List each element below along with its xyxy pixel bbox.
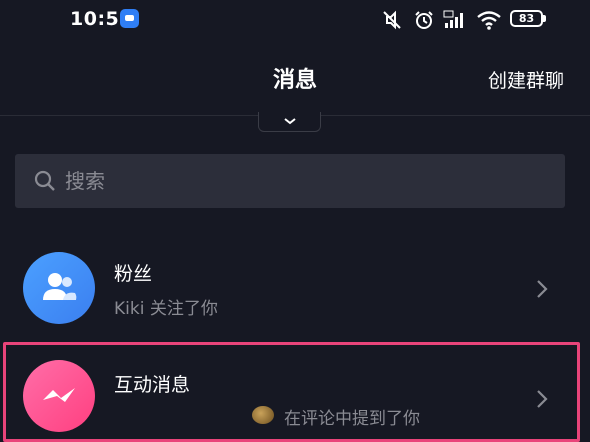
interaction-avatar <box>23 360 95 432</box>
list-item-interactions[interactable]: 互动消息 在评论中提到了你 <box>0 344 590 432</box>
chevron-down-icon <box>284 118 296 125</box>
chevron-right-icon <box>537 390 548 408</box>
list-item-subtitle: Kiki 关注了你 <box>114 299 218 319</box>
battery-icon: 83 <box>510 10 543 27</box>
status-bar: 10:51 83 <box>0 0 590 42</box>
battery-level: 83 <box>518 12 535 25</box>
fans-avatar <box>23 252 95 324</box>
chevron-right-icon <box>537 280 548 298</box>
hd-signal-icon <box>443 10 463 28</box>
list-item-title: 互动消息 <box>114 374 191 396</box>
expand-toggle[interactable] <box>258 112 321 132</box>
battery-nub <box>543 15 546 22</box>
alarm-icon <box>415 11 433 29</box>
list-item-title: 粉丝 <box>114 263 153 285</box>
create-group-button[interactable]: 创建群聊 <box>488 66 564 93</box>
mute-icon <box>383 10 401 30</box>
interaction-icon <box>43 388 75 402</box>
avatar-thumbnail <box>252 406 274 424</box>
fans-icon <box>43 273 77 300</box>
wifi-icon <box>477 11 501 30</box>
search-input[interactable] <box>65 154 545 208</box>
search-icon <box>34 170 55 191</box>
search-bar[interactable] <box>15 154 565 208</box>
list-item-fans[interactable]: 粉丝 Kiki 关注了你 <box>0 242 590 338</box>
list-item-subtitle: 在评论中提到了你 <box>284 409 420 429</box>
app-badge-icon <box>120 9 139 28</box>
